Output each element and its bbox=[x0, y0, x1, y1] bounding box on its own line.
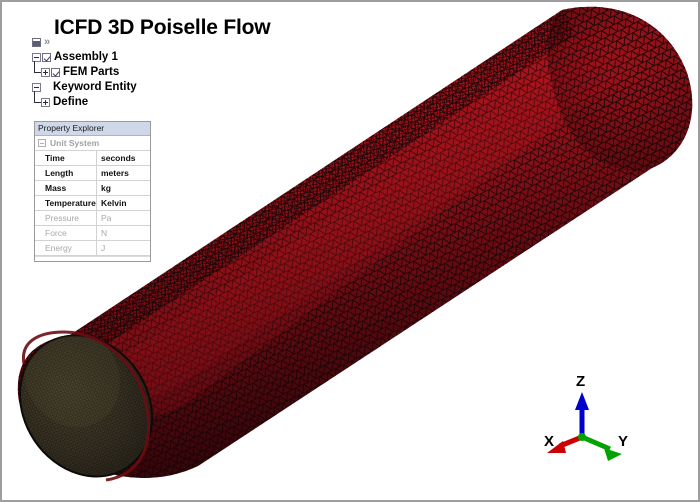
minus-box-icon[interactable] bbox=[38, 139, 46, 147]
tree-item-label: Assembly 1 bbox=[54, 51, 118, 63]
table-row: Energy J bbox=[35, 241, 150, 256]
tree-elbow-connector bbox=[32, 91, 41, 110]
y-axis-arrow bbox=[581, 434, 622, 461]
property-name: Pressure bbox=[35, 211, 97, 225]
tree-item-assembly-1[interactable]: Assembly 1 bbox=[32, 50, 137, 65]
model-tree[interactable]: » Assembly 1 FEM Parts Keyword Entity De… bbox=[32, 35, 137, 110]
property-name: Mass bbox=[35, 181, 97, 195]
property-name: Energy bbox=[35, 241, 97, 255]
property-value: N bbox=[101, 228, 108, 238]
triad-origin bbox=[578, 433, 586, 441]
tree-item-keyword-entity[interactable]: Keyword Entity bbox=[32, 80, 137, 95]
tree-item-label: Keyword Entity bbox=[53, 81, 137, 93]
property-name: Temperature bbox=[35, 196, 97, 210]
checkbox-assembly-1[interactable] bbox=[42, 53, 51, 62]
table-row[interactable]: Length meters bbox=[35, 166, 150, 181]
tree-root-icon-row[interactable]: » bbox=[32, 35, 137, 50]
property-explorer-title: Property Explorer bbox=[35, 122, 150, 136]
z-axis-arrow bbox=[575, 392, 589, 437]
document-icon bbox=[32, 38, 41, 47]
table-row[interactable]: Mass kg bbox=[35, 181, 150, 196]
property-value[interactable]: meters bbox=[97, 166, 150, 180]
axis-triad-glyph bbox=[547, 392, 622, 461]
property-value: Pa bbox=[101, 213, 112, 223]
plus-box-icon[interactable] bbox=[41, 68, 50, 77]
checkbox-fem-parts[interactable] bbox=[51, 68, 60, 77]
property-name: Time bbox=[35, 151, 97, 165]
property-group-label: Unit System bbox=[50, 138, 100, 148]
axis-label-z: Z bbox=[576, 373, 586, 390]
tree-elbow-connector bbox=[32, 61, 41, 80]
property-value[interactable]: kg bbox=[97, 181, 150, 195]
property-name: Length bbox=[35, 166, 97, 180]
tree-item-fem-parts[interactable]: FEM Parts bbox=[32, 61, 137, 80]
property-value: J bbox=[101, 243, 106, 253]
property-group-unit-system[interactable]: Unit System bbox=[35, 136, 150, 151]
chevron-double-right-icon[interactable]: » bbox=[44, 37, 50, 48]
axis-triad[interactable]: Z Y X bbox=[530, 373, 650, 480]
property-name: Force bbox=[35, 226, 97, 240]
table-row: Force N bbox=[35, 226, 150, 241]
table-row: Pressure Pa bbox=[35, 211, 150, 226]
tree-item-label: FEM Parts bbox=[63, 66, 120, 78]
plus-box-icon[interactable] bbox=[41, 98, 50, 107]
property-explorer-footer bbox=[35, 256, 150, 261]
table-row[interactable]: Temperature Kelvin bbox=[35, 196, 150, 211]
property-value[interactable]: seconds bbox=[97, 151, 150, 165]
table-row[interactable]: Time seconds bbox=[35, 151, 150, 166]
axis-label-y: Y bbox=[618, 433, 629, 450]
application-window: ICFD 3D Poiselle Flow » Assembly 1 FEM P… bbox=[0, 0, 700, 502]
property-explorer-panel[interactable]: Property Explorer Unit System Time secon… bbox=[34, 121, 151, 262]
axis-label-x: X bbox=[544, 433, 555, 450]
tree-item-define[interactable]: Define bbox=[32, 91, 137, 110]
tree-item-label: Define bbox=[53, 96, 89, 108]
property-value[interactable]: Kelvin bbox=[97, 196, 150, 210]
